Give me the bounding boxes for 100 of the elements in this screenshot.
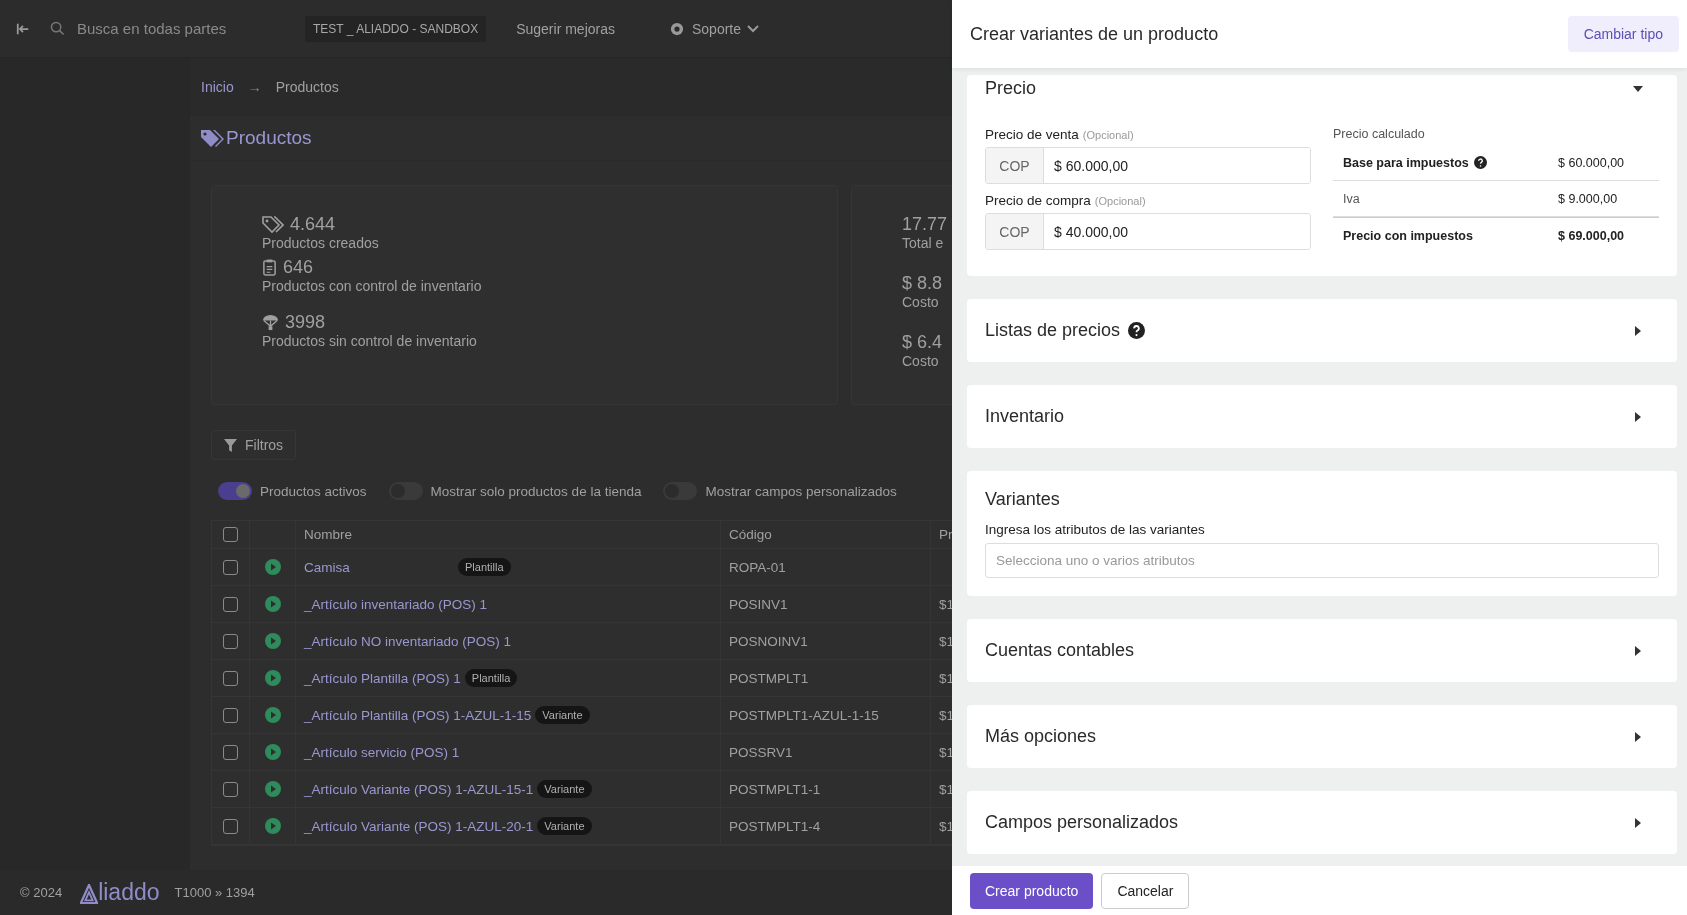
field-label: Ingresa los atributos de las variantes: [985, 522, 1206, 537]
product-link[interactable]: _Artículo servicio (POS) 1: [304, 744, 460, 760]
calc-value: $ 9.000,00: [1558, 191, 1618, 206]
column-header[interactable]: Pr: [939, 527, 952, 542]
create-button[interactable]: Crear producto: [970, 872, 1094, 909]
toggle-switch[interactable]: [218, 482, 252, 500]
play-icon[interactable]: [264, 781, 281, 797]
search-icon: [50, 21, 65, 36]
field-label: Precio de compra: [985, 193, 1091, 208]
row-checkbox[interactable]: [223, 744, 238, 760]
caret-icon[interactable]: [1633, 817, 1643, 828]
page-title: Productos: [226, 127, 312, 149]
price-field[interactable]: COP $ 60.000,00: [985, 147, 1311, 184]
play-icon[interactable]: [264, 744, 281, 760]
column-header[interactable]: Código: [729, 527, 772, 542]
product-link[interactable]: _Artículo Plantilla (POS) 1-AZUL-1-15: [304, 707, 532, 723]
tag-icon: [262, 215, 284, 234]
drawer-title: Crear variantes de un producto: [970, 23, 1219, 45]
table-cell: POSTMPLT1-AZUL-1-15: [729, 707, 879, 723]
copyright-text: © 2024: [20, 885, 63, 900]
table-cell: POSTMPLT1-4: [729, 818, 821, 834]
calc-label: Iva: [1343, 191, 1360, 206]
table-cell: POSINV1: [729, 596, 788, 612]
collapse-icon[interactable]: [16, 21, 30, 36]
attributes-field[interactable]: Selecciona uno o varios atributos: [985, 543, 1659, 578]
product-link[interactable]: _Artículo Variante (POS) 1-AZUL-15-1: [304, 781, 534, 797]
filters-button[interactable]: Filtros: [211, 430, 297, 460]
play-icon[interactable]: [264, 818, 281, 834]
stat-label: Productos creados: [262, 235, 380, 251]
toggle-label: Mostrar solo productos de la tienda: [430, 483, 642, 499]
play-icon[interactable]: [264, 707, 281, 723]
calc-title: Precio calculado: [1333, 127, 1426, 141]
row-checkbox[interactable]: [223, 596, 238, 612]
stat-label: Costo: [902, 294, 940, 310]
chevron-down-icon[interactable]: [747, 24, 760, 33]
table-cell: POSNOINV1: [729, 633, 808, 649]
section-card[interactable]: Campos personalizados: [967, 791, 1677, 854]
brand-logo: liaddo: [98, 881, 160, 904]
suggest-link[interactable]: Sugerir mejoras: [516, 20, 615, 37]
support-menu[interactable]: Soporte: [692, 20, 760, 37]
breadcrumb-separator: →: [247, 79, 262, 95]
stat-label: Costo: [902, 353, 940, 369]
section-title: Campos personalizados: [985, 812, 1179, 833]
breadcrumb-link[interactable]: Inicio: [201, 79, 234, 95]
caret-icon[interactable]: [1633, 411, 1643, 422]
section-card[interactable]: Inventario: [967, 385, 1677, 448]
stat-value: 3998: [285, 312, 326, 333]
select-all-checkbox[interactable]: [223, 527, 238, 542]
section-card[interactable]: Listas de precios: [967, 299, 1677, 362]
product-link[interactable]: Camisa: [304, 559, 454, 575]
product-link[interactable]: _Artículo Plantilla (POS) 1: [304, 670, 461, 686]
section-title: Variantes: [985, 489, 1061, 510]
section-title: Cuentas contables: [985, 640, 1135, 661]
type-tag: Plantilla: [464, 669, 518, 687]
caret-icon[interactable]: [1633, 645, 1643, 656]
stat-value: 646: [283, 257, 314, 278]
stat-value: $ 6.4: [902, 332, 944, 353]
table-cell: POSSRV1: [729, 744, 793, 760]
table-cell: POSTMPLT1: [729, 670, 809, 686]
stat-label: Productos sin control de inventario: [262, 333, 478, 349]
tags-icon: [200, 128, 224, 148]
table-cell: POSTMPLT1-1: [729, 781, 821, 797]
product-link[interactable]: _Artículo NO inventariado (POS) 1: [304, 633, 512, 649]
calc-label: Base para impuestos: [1343, 155, 1469, 170]
column-header[interactable]: Nombre: [304, 527, 352, 542]
row-checkbox[interactable]: [223, 633, 238, 649]
stat-label: Productos con control de inventario: [262, 278, 483, 294]
change-type-button[interactable]: Cambiar tipo: [1567, 16, 1679, 52]
stat-value: $ 8.8: [902, 273, 944, 294]
optional-hint: (Opcional): [1082, 129, 1134, 141]
calc-value: $ 60.000,00: [1558, 155, 1625, 170]
section-title: Listas de precios: [985, 320, 1121, 341]
product-link[interactable]: _Artículo Variante (POS) 1-AZUL-20-1: [304, 818, 534, 834]
toggle-label: Mostrar campos personalizados: [705, 483, 897, 499]
calc-label: Precio con impuestos: [1343, 228, 1473, 243]
caret-icon[interactable]: [1633, 83, 1643, 94]
type-tag: Plantilla: [458, 558, 511, 576]
parachute-icon: [262, 314, 279, 331]
caret-icon[interactable]: [1633, 325, 1643, 336]
row-checkbox[interactable]: [223, 707, 238, 723]
breadcrumb-current: Productos: [275, 79, 339, 95]
version-text: T1000 » 1394: [174, 885, 255, 900]
play-icon[interactable]: [264, 559, 281, 575]
type-tag: Variante: [537, 817, 592, 835]
row-checkbox[interactable]: [223, 781, 238, 797]
search-field[interactable]: Busca en todas partes: [50, 19, 270, 38]
play-icon[interactable]: [264, 633, 281, 649]
stat-value: 17.77: [902, 214, 949, 235]
caret-icon[interactable]: [1633, 731, 1643, 742]
field-label: Precio de venta: [985, 127, 1079, 142]
product-link[interactable]: _Artículo inventariado (POS) 1: [304, 596, 488, 612]
price-field[interactable]: COP $ 40.000,00: [985, 213, 1311, 250]
row-checkbox[interactable]: [223, 818, 238, 834]
play-icon[interactable]: [264, 670, 281, 686]
cancel-button[interactable]: Cancelar: [1101, 872, 1190, 909]
section-card[interactable]: Cuentas contables: [967, 619, 1677, 682]
section-card[interactable]: Más opciones: [967, 705, 1677, 768]
row-checkbox[interactable]: [223, 670, 238, 686]
play-icon[interactable]: [264, 596, 281, 612]
row-checkbox[interactable]: [223, 559, 238, 575]
